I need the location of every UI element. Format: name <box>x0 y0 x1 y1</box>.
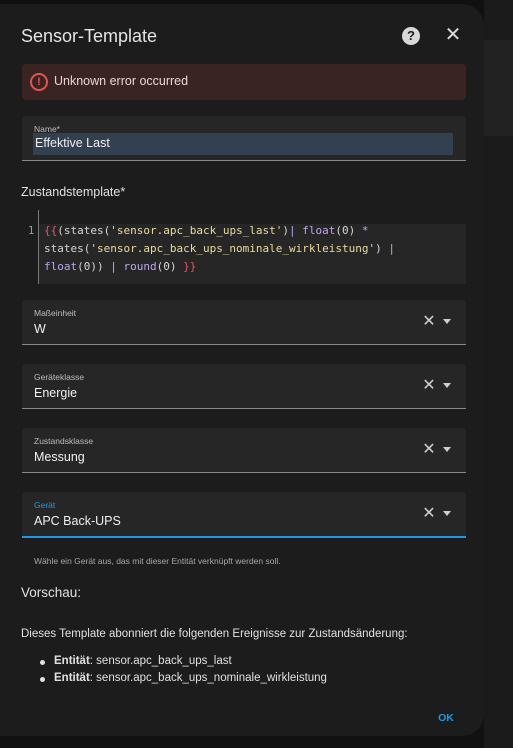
bullet-icon <box>40 660 45 665</box>
list-item: Entität: sensor.apc_back_ups_nominale_wi… <box>40 672 327 689</box>
device-field-value[interactable]: APC Back-UPS <box>34 514 121 528</box>
ok-button[interactable]: OK <box>432 708 460 728</box>
error-message: Unknown error occurred <box>54 74 189 88</box>
code-token: (0)) <box>77 260 111 273</box>
template-code-editor[interactable]: 1 {{(states('sensor.apc_back_ups_last')|… <box>22 208 466 284</box>
code-token: | <box>289 224 296 237</box>
clear-icon[interactable]: ✕ <box>422 442 436 458</box>
entity-value: : sensor.apc_back_ups_last <box>89 655 232 667</box>
list-item: Entität: sensor.apc_back_ups_last <box>40 655 327 672</box>
code-token: }} <box>183 260 197 273</box>
device-field-label: Gerät <box>34 500 56 510</box>
code-token: * <box>361 224 369 237</box>
entity-value: : sensor.apc_back_ups_nominale_wirkleist… <box>89 672 327 684</box>
clear-icon[interactable]: ✕ <box>422 314 436 330</box>
entity-key: Entität <box>54 672 90 684</box>
state-class-field[interactable]: Zustandsklasse Messung ✕ <box>22 428 466 473</box>
code-token: 'sensor.apc_back_ups_last' <box>110 224 283 237</box>
code-token: | <box>110 260 117 273</box>
device-field[interactable]: Gerät APC Back-UPS ✕ <box>22 492 466 538</box>
code-token: | <box>388 242 396 255</box>
code-token: states( <box>63 224 111 237</box>
template-label: Zustandstemplate* <box>21 185 126 199</box>
name-field[interactable]: Name* Effektive Last <box>22 116 466 161</box>
help-icon[interactable]: ? <box>402 27 420 45</box>
bullet-icon <box>40 677 45 682</box>
template-code[interactable]: {{(states('sensor.apc_back_ups_last')| f… <box>44 222 464 276</box>
code-token: 'sensor.apc_back_ups_nominale_wirkleistu… <box>90 242 376 255</box>
code-token: ) <box>375 242 389 255</box>
unit-field-value: W <box>34 322 46 336</box>
chevron-down-icon[interactable] <box>443 511 451 516</box>
code-token: float <box>44 260 78 273</box>
code-token: round <box>116 260 157 273</box>
backdrop-panel <box>484 40 513 136</box>
code-token: (0) <box>335 224 362 237</box>
chevron-down-icon[interactable] <box>443 319 451 324</box>
code-token: (0) <box>156 260 184 273</box>
clear-icon[interactable]: ✕ <box>422 378 436 394</box>
close-icon[interactable]: ✕ <box>444 25 462 45</box>
preview-description: Dieses Template abonniert die folgenden … <box>21 628 408 640</box>
device-field-helper: Wähle ein Gerät aus, das mit dieser Enti… <box>34 556 281 566</box>
sensor-template-dialog: Sensor-Template ? ✕ ! Unknown error occu… <box>0 4 484 736</box>
error-icon: ! <box>30 73 48 91</box>
dialog-title: Sensor-Template <box>21 26 158 46</box>
line-number: 1 <box>28 225 35 237</box>
clear-icon[interactable]: ✕ <box>422 506 436 522</box>
state-class-field-value: Messung <box>34 450 85 464</box>
entity-list: Entität: sensor.apc_back_ups_last Entitä… <box>40 655 327 689</box>
chevron-down-icon[interactable] <box>443 383 451 388</box>
code-gutter <box>38 210 39 284</box>
code-token: ( <box>57 224 64 237</box>
code-token: states( <box>44 242 91 255</box>
device-class-field[interactable]: Geräteklasse Energie ✕ <box>22 364 466 409</box>
error-alert: ! Unknown error occurred <box>22 64 466 100</box>
device-class-field-value: Energie <box>34 386 78 400</box>
code-token: float <box>295 224 336 237</box>
unit-field-label: Maßeinheit <box>34 308 77 318</box>
name-field-value[interactable]: Effektive Last <box>35 136 110 150</box>
unit-field[interactable]: Maßeinheit W ✕ <box>22 300 466 345</box>
state-class-field-label: Zustandsklasse <box>34 436 94 446</box>
device-class-field-label: Geräteklasse <box>34 372 85 382</box>
preview-heading: Vorschau: <box>21 585 82 600</box>
chevron-down-icon[interactable] <box>443 447 451 452</box>
code-token: {{ <box>44 224 58 237</box>
entity-key: Entität <box>54 655 90 667</box>
